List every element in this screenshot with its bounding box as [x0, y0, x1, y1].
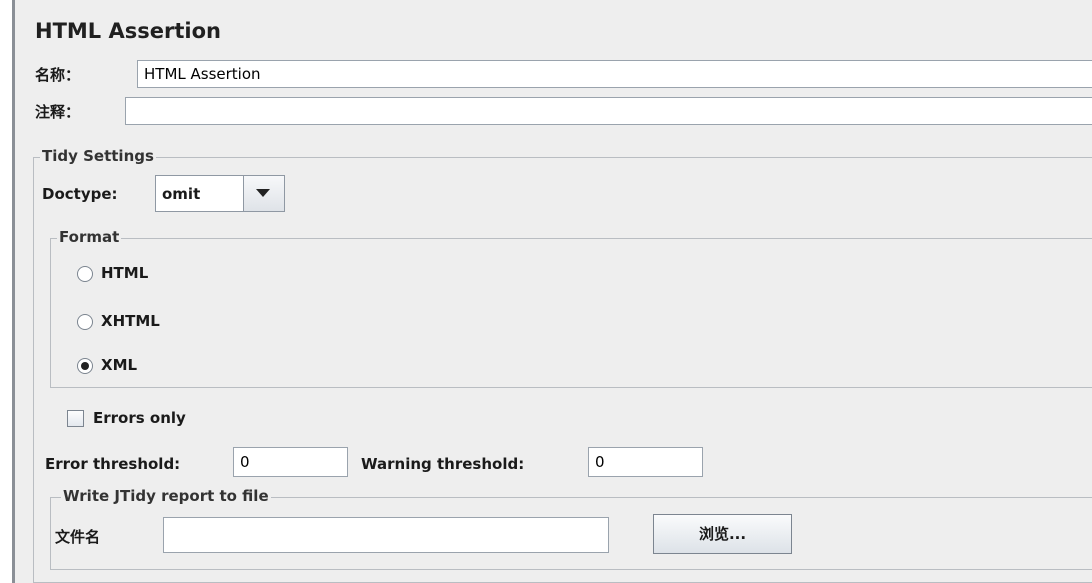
- comment-row: 注释：: [33, 95, 1092, 127]
- error-threshold-input[interactable]: [233, 447, 348, 477]
- radio-button[interactable]: [77, 358, 93, 374]
- doctype-select[interactable]: omit: [155, 175, 285, 212]
- warning-threshold-label: Warning threshold:: [361, 455, 525, 473]
- radio-label: XHTML: [101, 312, 160, 330]
- name-input[interactable]: [137, 60, 1092, 88]
- page-title: HTML Assertion: [35, 19, 221, 43]
- comment-label: 注释：: [35, 103, 81, 121]
- report-title: Write JTidy report to file: [61, 487, 271, 505]
- filename-label: 文件名: [55, 528, 101, 546]
- radio-button[interactable]: [77, 266, 93, 282]
- format-group: Format: [50, 228, 1092, 388]
- error-threshold-label: Error threshold:: [45, 455, 181, 473]
- name-label: 名称：: [35, 66, 81, 84]
- radio-label: XML: [101, 356, 138, 374]
- doctype-label: Doctype:: [42, 185, 118, 203]
- chevron-down-icon: [256, 189, 270, 197]
- errors-only-checkbox[interactable]: [67, 410, 84, 427]
- radio-button[interactable]: [77, 314, 93, 330]
- radio-selected-dot: [81, 362, 89, 370]
- comment-input[interactable]: [125, 97, 1092, 125]
- warning-threshold-input[interactable]: [588, 447, 703, 477]
- browse-button[interactable]: 浏览...: [653, 514, 792, 554]
- name-row: 名称：: [33, 58, 1092, 90]
- radio-label: HTML: [101, 264, 149, 282]
- filename-input[interactable]: [163, 517, 609, 553]
- doctype-value: omit: [162, 185, 201, 203]
- errors-only-label: Errors only: [93, 409, 186, 427]
- format-title: Format: [57, 228, 122, 246]
- html-assertion-panel: HTML Assertion 名称： 注释： Tidy Settings Doc…: [12, 0, 1092, 583]
- tidy-settings-title: Tidy Settings: [40, 147, 156, 165]
- dropdown-button[interactable]: [243, 176, 284, 211]
